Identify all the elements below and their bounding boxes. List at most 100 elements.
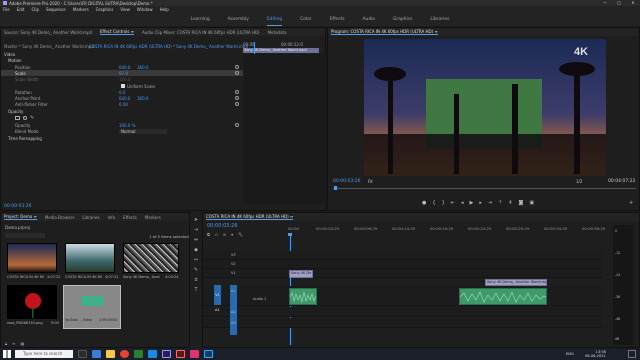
mark-out-icon[interactable]: } [442, 200, 445, 206]
go-to-in-icon[interactable]: ⇤ [451, 200, 455, 206]
task-view-icon[interactable] [78, 350, 87, 358]
export-frame-icon[interactable]: ◙ [518, 200, 523, 206]
clip-video-sony-short[interactable]: Sony 4K De [289, 270, 313, 278]
thumb-sony-demo[interactable] [123, 243, 179, 273]
mask-rectangle-icon[interactable] [15, 116, 20, 120]
menu-clip[interactable]: Clip [31, 7, 39, 12]
opacity-effect[interactable]: Opacity [8, 108, 23, 114]
slip-tool-icon[interactable]: ↔ [193, 258, 199, 263]
item-name-1[interactable]: COSTA RICA IN 4K 60 [7, 275, 44, 279]
taskbar-search-input[interactable]: Type here to search [15, 350, 73, 358]
motion-effect[interactable]: Motion [8, 57, 22, 63]
menu-markers[interactable]: Markers [73, 7, 89, 12]
program-timecode[interactable]: 00:00:03:26 [333, 179, 360, 184]
track-v2[interactable] [203, 260, 603, 269]
list-view-icon[interactable]: ≡ [12, 341, 15, 346]
tab-media-browser[interactable]: Media Browser [45, 215, 75, 220]
time-ruler[interactable]: 00:00 00:00:04:29 00:00:09:29 00:00:14:2… [288, 226, 605, 235]
source-patch-v1[interactable]: V1 [214, 285, 221, 305]
lock-icon[interactable]: 🔒︎ [5, 341, 7, 346]
tab-audio-clip-mixer[interactable]: Audio Clip Mixer: COSTA RICA IN 4K 60fps… [142, 30, 260, 35]
menu-window[interactable]: Window [137, 7, 153, 12]
icon-view-icon[interactable]: ▦ [21, 341, 25, 346]
timeline-sequence-tab[interactable]: COSTA RICA IN 4K 60fps HDR (ULTRA HD) ≡ [206, 214, 294, 220]
workspace-audio[interactable]: Audio [363, 17, 375, 22]
add-button-icon[interactable]: + [629, 200, 633, 206]
opacity-value[interactable]: 100.0 % [119, 122, 136, 128]
premiere-pro-icon[interactable] [162, 350, 171, 358]
program-scrubber[interactable] [333, 188, 636, 189]
rotation-keyframe-icon[interactable] [235, 90, 239, 94]
marker-icon[interactable]: ● [422, 200, 426, 206]
workspace-assembly[interactable]: Assembly [228, 17, 249, 22]
windows-start-icon[interactable] [3, 350, 11, 358]
ec-keyframe-area[interactable] [243, 54, 327, 204]
anchor-keyframe-icon[interactable] [235, 96, 239, 100]
workspace-libraries[interactable]: Libraries [430, 17, 449, 22]
menu-edit[interactable]: Edit [17, 7, 25, 12]
language-indicator[interactable]: ENG [566, 352, 574, 356]
track-a2[interactable] [203, 307, 603, 317]
go-to-out-icon[interactable]: ⇥ [488, 200, 492, 206]
excel-icon[interactable] [134, 350, 143, 358]
item-name-4[interactable]: rose_PNG66150.png [7, 321, 43, 325]
lift-icon[interactable]: ⇡ [498, 200, 502, 206]
menu-graphics[interactable]: Graphics [96, 7, 114, 12]
menu-sequence[interactable]: Sequence [46, 7, 66, 12]
thumb-costa-rica-2[interactable] [65, 243, 115, 273]
fit-select[interactable]: Fit [368, 179, 390, 184]
tab-effect-controls[interactable]: Effect Controls ≡ [100, 29, 134, 35]
extract-icon[interactable]: ⇞ [508, 200, 512, 206]
settings-icon[interactable]: 🔧︎ [238, 232, 243, 237]
track-label-a3[interactable]: A3 [231, 321, 236, 325]
workspace-graphics[interactable]: Graphics [393, 17, 412, 22]
hand-tool-icon[interactable]: ✋︎ [193, 278, 199, 283]
source-patch-a1[interactable]: A1 [215, 308, 220, 312]
taskbar-clock[interactable]: 13:58 08-06-2021 [585, 350, 606, 358]
track-label-a2[interactable]: A2 [231, 310, 236, 314]
timeline-timecode[interactable]: 00:00:03:26 [207, 223, 238, 229]
word-icon[interactable] [148, 350, 157, 358]
program-title[interactable]: Program: COSTA RICA IN 4K 60fps HDR (ULT… [331, 29, 438, 35]
mask-ellipse-icon[interactable] [23, 116, 27, 120]
blend-mode-select[interactable]: Normal [119, 129, 167, 134]
tab-project[interactable]: Project: Demo ≡ [4, 214, 37, 220]
menu-help[interactable]: Help [160, 7, 169, 12]
pen-tool-icon[interactable]: ✎ [193, 268, 199, 273]
photoshop-icon[interactable] [204, 350, 213, 358]
track-label-v3[interactable]: V3 [231, 253, 236, 257]
notification-icon[interactable] [628, 350, 636, 358]
thumb-audio-selected[interactable] [63, 285, 121, 329]
flicker-keyframe-icon[interactable] [235, 102, 239, 106]
workspace-effects[interactable]: Effects [330, 17, 345, 22]
app-pinned-icon[interactable] [190, 350, 199, 358]
type-tool-icon[interactable]: T [193, 288, 199, 293]
program-video-frame[interactable] [364, 39, 606, 176]
razor-tool-icon[interactable]: ◆ [193, 248, 199, 253]
track-label-v1[interactable]: V1 [231, 271, 236, 275]
item-name-5[interactable]: YouTube ... Video [65, 318, 92, 322]
track-v1[interactable] [203, 269, 603, 278]
opacity-keyframe-icon[interactable] [235, 123, 239, 127]
program-playhead[interactable] [334, 186, 337, 190]
file-explorer-icon[interactable] [106, 350, 115, 358]
time-remapping-effect[interactable]: Time Remapping [8, 135, 42, 141]
acrobat-icon[interactable] [176, 350, 185, 358]
step-forward-icon[interactable]: ▸ [479, 200, 482, 206]
tab-effects[interactable]: Effects [123, 215, 137, 220]
add-marker-icon[interactable]: ▾ [231, 232, 233, 237]
tab-libraries[interactable]: Libraries [82, 215, 99, 220]
edge-browser-icon[interactable] [92, 350, 101, 358]
menu-file[interactable]: File [3, 7, 10, 12]
master-clip-label[interactable]: Master * Sony 4K Demo_ Another World.mp4 [4, 43, 94, 49]
scale-keyframe-icon[interactable] [235, 71, 239, 75]
tab-markers[interactable]: Markers [145, 215, 161, 220]
clip-audio-1[interactable] [289, 288, 317, 305]
linked-select-icon[interactable]: ⊘ [223, 232, 226, 237]
menu-view[interactable]: View [120, 7, 130, 12]
play-icon[interactable]: ▶ [469, 200, 473, 206]
tab-source[interactable]: Source: Sony 4K Demo_ Another World.mp4 [4, 30, 92, 35]
uniform-scale-checkbox[interactable] [121, 84, 125, 88]
clip-selector[interactable]: COSTA RICA IN 4K 60fps HDR (ULTRA HD) * … [89, 43, 248, 49]
item-name-2[interactable]: COSTA RICA IN 4K 60 [65, 275, 102, 279]
